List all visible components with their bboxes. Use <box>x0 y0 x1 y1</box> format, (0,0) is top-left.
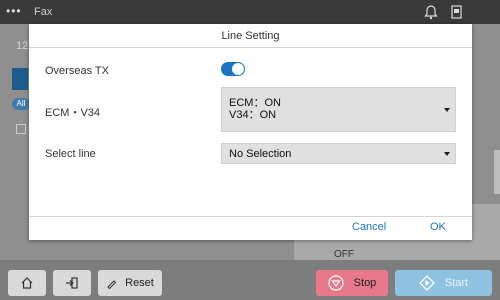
start-label: Start <box>444 277 469 289</box>
dialog-divider <box>29 216 472 217</box>
memory-status: OFF <box>334 249 354 260</box>
select-line-label: Select line <box>45 148 96 160</box>
bottom-bar: Reset Stop Start <box>0 260 500 300</box>
top-bar: ••• Fax <box>0 0 500 24</box>
reset-icon <box>107 279 117 289</box>
list-checkbox <box>16 124 26 134</box>
ecm-v34-select[interactable]: ECM：ON V34：ON <box>221 87 456 132</box>
dialog-title: Line Setting <box>29 24 472 48</box>
device-status-icon[interactable] <box>448 3 466 21</box>
start-icon <box>418 275 435 291</box>
address-tab <box>12 68 28 90</box>
all-chip: All <box>12 98 30 110</box>
overseas-tx-label: Overseas TX <box>45 65 109 77</box>
stop-icon <box>328 275 344 291</box>
app-title: Fax <box>34 6 53 18</box>
select-line-value: No Selection <box>229 148 292 160</box>
bell-icon[interactable] <box>422 3 440 21</box>
toggle-knob <box>232 63 244 75</box>
ellipsis-icon[interactable]: ••• <box>6 5 26 19</box>
overseas-tx-toggle[interactable] <box>221 62 245 76</box>
chevron-down-icon <box>444 107 450 112</box>
stop-button[interactable]: Stop <box>316 270 388 296</box>
home-icon <box>21 277 33 289</box>
scrollbar <box>494 150 500 194</box>
ecm-value: ECM：ON <box>229 97 281 109</box>
logout-button[interactable] <box>53 270 91 296</box>
reset-button[interactable]: Reset <box>98 270 162 296</box>
logout-icon <box>66 277 78 289</box>
fax-number-field: 12 <box>16 40 29 52</box>
home-button[interactable] <box>8 270 46 296</box>
ecm-v34-label: ECM・V34 <box>45 107 101 119</box>
select-line-dropdown[interactable]: No Selection <box>221 143 456 164</box>
chevron-down-icon <box>444 151 450 156</box>
v34-value: V34：ON <box>229 109 277 121</box>
line-setting-dialog: Line Setting Overseas TX ECM・V34 ECM：ON … <box>29 24 472 240</box>
ok-button[interactable]: OK <box>430 221 446 233</box>
reset-label: Reset <box>125 277 154 289</box>
stop-label: Stop <box>353 277 377 289</box>
start-button[interactable]: Start <box>395 270 492 296</box>
cancel-button[interactable]: Cancel <box>352 221 386 233</box>
